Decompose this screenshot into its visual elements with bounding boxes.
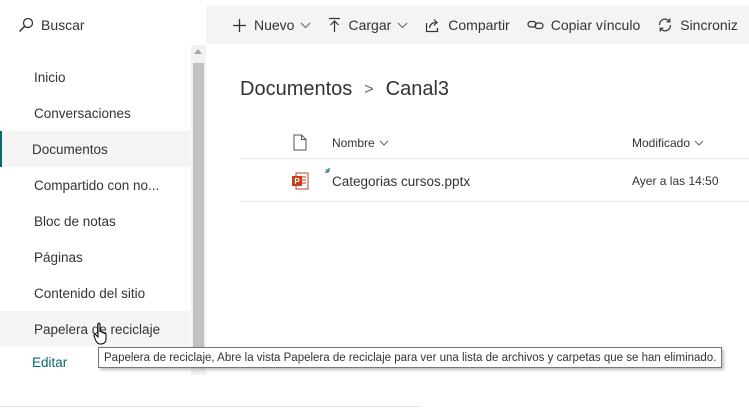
recycle-bin-tooltip: Papelera de reciclaje, Abre la vista Pap… [98, 347, 723, 368]
nav-item-paginas[interactable]: Páginas [0, 239, 190, 275]
nav-item-bloc-de-notas[interactable]: Bloc de notas [0, 203, 190, 239]
scroll-up-arrow-icon[interactable] [194, 49, 202, 54]
modified-column-label: Modificado [632, 136, 691, 150]
share-button[interactable]: Compartir [425, 17, 510, 33]
modified-column-header[interactable]: Modificado [632, 136, 704, 150]
breadcrumb-current: Canal3 [385, 78, 450, 100]
copy-link-button[interactable]: Copiar vínculo [527, 17, 641, 33]
chevron-down-icon [379, 140, 389, 146]
name-column-header[interactable]: Nombre [332, 136, 389, 150]
breadcrumb-separator: > [364, 80, 374, 98]
chevron-down-icon [301, 22, 311, 28]
breadcrumb: Documentos > Canal3 [240, 78, 449, 101]
nav-item-documentos[interactable]: Documentos [0, 131, 190, 167]
bottom-divider [0, 406, 420, 407]
copy-link-label: Copiar vínculo [550, 17, 641, 33]
sync-button[interactable]: Sincroniz [657, 17, 738, 33]
hand-cursor-icon [93, 322, 107, 345]
nav-list: Inicio Conversaciones Documentos Compart… [0, 59, 190, 347]
edit-link[interactable]: Editar [32, 355, 67, 370]
file-type-column-icon[interactable] [293, 134, 307, 151]
file-name-link[interactable]: Categorias cursos.pptx [332, 174, 470, 189]
search-box[interactable]: Buscar [0, 6, 206, 44]
chevron-down-icon [694, 140, 704, 146]
sync-icon [659, 18, 672, 32]
new-label: Nuevo [254, 17, 295, 33]
svg-text:P: P [294, 177, 300, 186]
nav-item-conversaciones[interactable]: Conversaciones [0, 95, 190, 131]
powerpoint-file-icon: P [292, 172, 309, 190]
breadcrumb-parent[interactable]: Documentos [240, 78, 352, 101]
link-icon [527, 20, 544, 30]
nav-item-inicio[interactable]: Inicio [0, 59, 190, 95]
upload-icon [329, 17, 341, 32]
search-label: Buscar [41, 17, 85, 33]
plus-icon [233, 18, 246, 32]
command-bar: Nuevo Cargar Compartir Copiar vínculo Si… [206, 6, 749, 44]
search-icon [18, 17, 34, 33]
list-header: Nombre Modificado [240, 127, 749, 159]
share-label: Compartir [448, 17, 510, 33]
name-column-label: Nombre [332, 136, 375, 150]
share-icon [426, 18, 439, 32]
table-row[interactable]: P Categorias cursos.pptx Ayer a las 14:5… [240, 160, 749, 202]
sync-label: Sincroniz [680, 17, 738, 33]
chevron-down-icon [397, 22, 408, 28]
scroll-thumb[interactable] [193, 63, 204, 368]
nav-scrollbar[interactable] [191, 45, 206, 375]
file-modified: Ayer a las 14:50 [632, 174, 719, 188]
upload-label: Cargar [348, 17, 392, 33]
new-button[interactable]: Nuevo [232, 17, 311, 33]
upload-button[interactable]: Cargar [328, 17, 408, 33]
nav-item-contenido-del-sitio[interactable]: Contenido del sitio [0, 275, 190, 311]
nav-item-compartido[interactable]: Compartido con no... [0, 167, 190, 203]
